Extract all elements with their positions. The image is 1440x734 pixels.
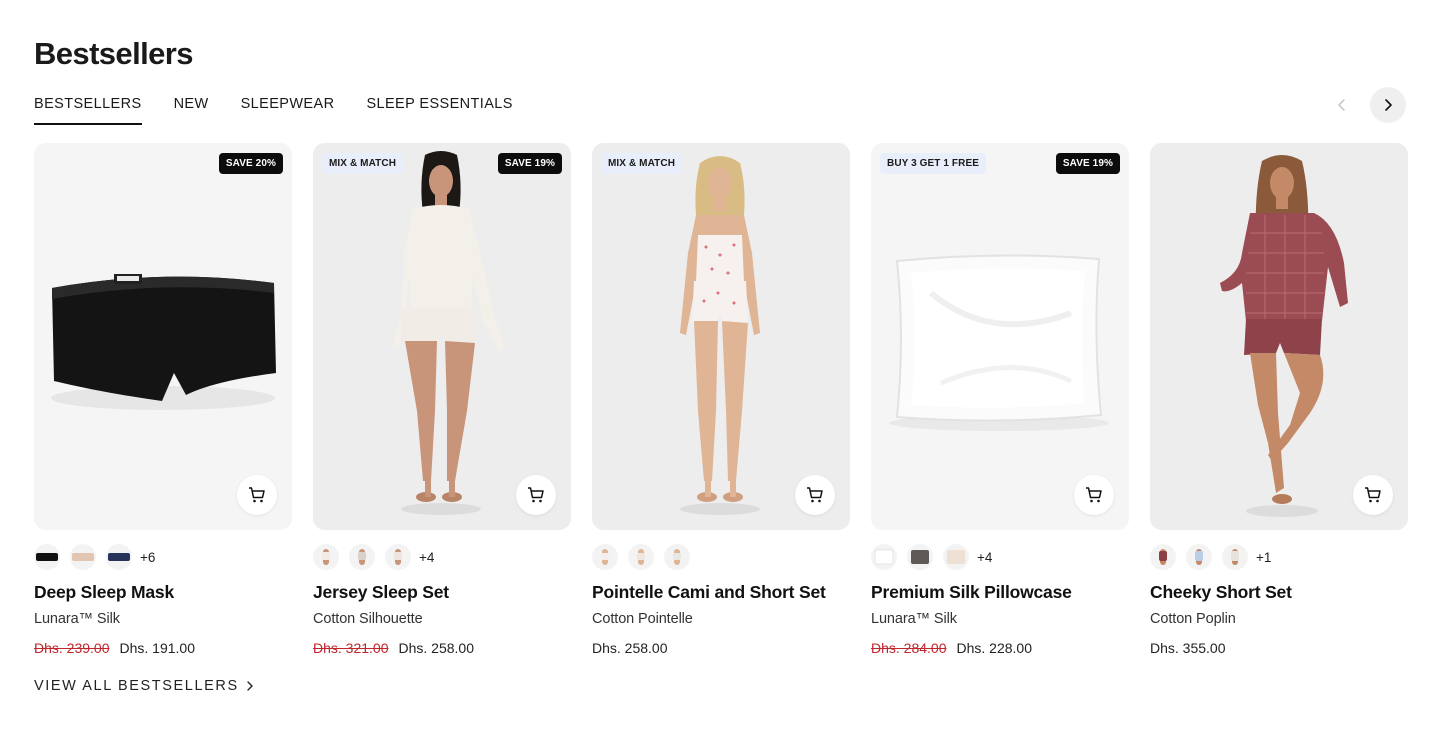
promo-badge: MIX & MATCH [322, 153, 404, 174]
add-to-cart-button[interactable] [795, 475, 835, 515]
cart-icon [1365, 487, 1381, 503]
color-swatch[interactable] [943, 544, 969, 570]
product-name[interactable]: Jersey Sleep Set [313, 582, 571, 603]
sale-price: Dhs. 228.00 [956, 640, 1033, 656]
tab-new[interactable]: NEW [174, 96, 209, 125]
product-carousel: SAVE 20% +6 Deep Sleep Mask Lunara™ Silk… [34, 143, 1408, 656]
color-swatch[interactable] [1150, 544, 1176, 570]
product-image[interactable] [1150, 143, 1408, 530]
product-fabric: Cotton Silhouette [313, 611, 423, 627]
model-photo-image [313, 143, 571, 530]
color-swatch[interactable] [349, 544, 375, 570]
product-name[interactable]: Pointelle Cami and Short Set [592, 582, 850, 603]
add-to-cart-button[interactable] [1353, 475, 1393, 515]
carousel-next-button[interactable] [1370, 87, 1406, 123]
price-row: Dhs. 284.00 Dhs. 228.00 [871, 640, 1129, 656]
product-card[interactable]: SAVE 20% +6 Deep Sleep Mask Lunara™ Silk… [34, 143, 292, 656]
add-to-cart-button[interactable] [1074, 475, 1114, 515]
color-swatch[interactable] [34, 544, 60, 570]
product-card[interactable]: MIX & MATCH Pointelle Cami and Short Set… [592, 143, 850, 656]
product-fabric: Lunara™ Silk [34, 611, 120, 627]
price: Dhs. 355.00 [1150, 640, 1226, 656]
product-name[interactable]: Premium Silk Pillowcase [871, 582, 1129, 603]
more-colors-count[interactable]: +6 [140, 550, 155, 565]
save-badge: SAVE 20% [218, 153, 283, 174]
sale-price: Dhs. 258.00 [398, 640, 475, 656]
product-fabric: Cotton Pointelle [592, 611, 693, 627]
color-swatches: +4 [871, 544, 1129, 570]
color-swatch[interactable] [70, 544, 96, 570]
product-image[interactable]: MIX & MATCH SAVE 19% [313, 143, 571, 530]
promo-badge: MIX & MATCH [601, 153, 683, 174]
cart-icon [249, 487, 265, 503]
color-swatch[interactable] [106, 544, 132, 570]
eye-mask-image [34, 143, 292, 530]
save-badge: SAVE 19% [497, 153, 562, 174]
pillowcase-image [871, 143, 1129, 530]
price: Dhs. 258.00 [592, 640, 668, 656]
color-swatch[interactable] [1186, 544, 1212, 570]
tab-bestsellers[interactable]: BESTSELLERS [34, 96, 142, 125]
price-row: Dhs. 258.00 [592, 640, 850, 656]
product-card[interactable]: MIX & MATCH SAVE 19% +4 Jersey Sleep Set… [313, 143, 571, 656]
tab-sleep-essentials[interactable]: SLEEP ESSENTIALS [366, 96, 512, 125]
original-price: Dhs. 239.00 [34, 640, 110, 656]
chevron-right-icon [247, 681, 253, 691]
cart-icon [807, 487, 823, 503]
color-swatches: +6 [34, 544, 292, 570]
product-image[interactable]: BUY 3 GET 1 FREE SAVE 19% [871, 143, 1129, 530]
chevron-left-icon [1338, 99, 1345, 111]
price-row: Dhs. 321.00 Dhs. 258.00 [313, 640, 571, 656]
section-title: Bestsellers [34, 36, 193, 71]
color-swatch[interactable] [628, 544, 654, 570]
color-swatches [592, 544, 850, 570]
color-swatches: +4 [313, 544, 571, 570]
color-swatches: +1 [1150, 544, 1408, 570]
color-swatch[interactable] [871, 544, 897, 570]
product-image[interactable]: MIX & MATCH [592, 143, 850, 530]
model-photo-image [592, 143, 850, 530]
model-photo-image [1150, 143, 1408, 530]
color-swatch[interactable] [385, 544, 411, 570]
color-swatch[interactable] [907, 544, 933, 570]
more-colors-count[interactable]: +4 [419, 550, 434, 565]
product-fabric: Cotton Poplin [1150, 611, 1236, 627]
view-all-bestsellers-link[interactable]: VIEW ALL BESTSELLERS [34, 678, 255, 694]
color-swatch[interactable] [592, 544, 618, 570]
product-card[interactable]: +1 Cheeky Short Set Cotton Poplin Dhs. 3… [1150, 143, 1408, 656]
promo-badge: BUY 3 GET 1 FREE [880, 153, 986, 174]
original-price: Dhs. 321.00 [313, 640, 389, 656]
original-price: Dhs. 284.00 [871, 640, 947, 656]
product-fabric: Lunara™ Silk [871, 611, 957, 627]
cart-icon [528, 487, 544, 503]
color-swatch[interactable] [664, 544, 690, 570]
chevron-right-icon [1385, 99, 1392, 111]
add-to-cart-button[interactable] [516, 475, 556, 515]
tab-sleepwear[interactable]: SLEEPWEAR [241, 96, 335, 125]
save-badge: SAVE 19% [1055, 153, 1120, 174]
color-swatch[interactable] [313, 544, 339, 570]
product-card[interactable]: BUY 3 GET 1 FREE SAVE 19% +4 Premium Sil… [871, 143, 1129, 656]
carousel-prev-button[interactable] [1324, 87, 1360, 123]
product-image[interactable]: SAVE 20% [34, 143, 292, 530]
more-colors-count[interactable]: +1 [1256, 550, 1271, 565]
color-swatch[interactable] [1222, 544, 1248, 570]
category-tabs: BESTSELLERS NEW SLEEPWEAR SLEEP ESSENTIA… [34, 96, 513, 125]
product-name[interactable]: Deep Sleep Mask [34, 582, 292, 603]
cart-icon [1086, 487, 1102, 503]
price-row: Dhs. 239.00 Dhs. 191.00 [34, 640, 292, 656]
sale-price: Dhs. 191.00 [119, 640, 196, 656]
more-colors-count[interactable]: +4 [977, 550, 992, 565]
view-all-label: VIEW ALL BESTSELLERS [34, 678, 239, 694]
product-name[interactable]: Cheeky Short Set [1150, 582, 1408, 603]
price-row: Dhs. 355.00 [1150, 640, 1408, 656]
add-to-cart-button[interactable] [237, 475, 277, 515]
